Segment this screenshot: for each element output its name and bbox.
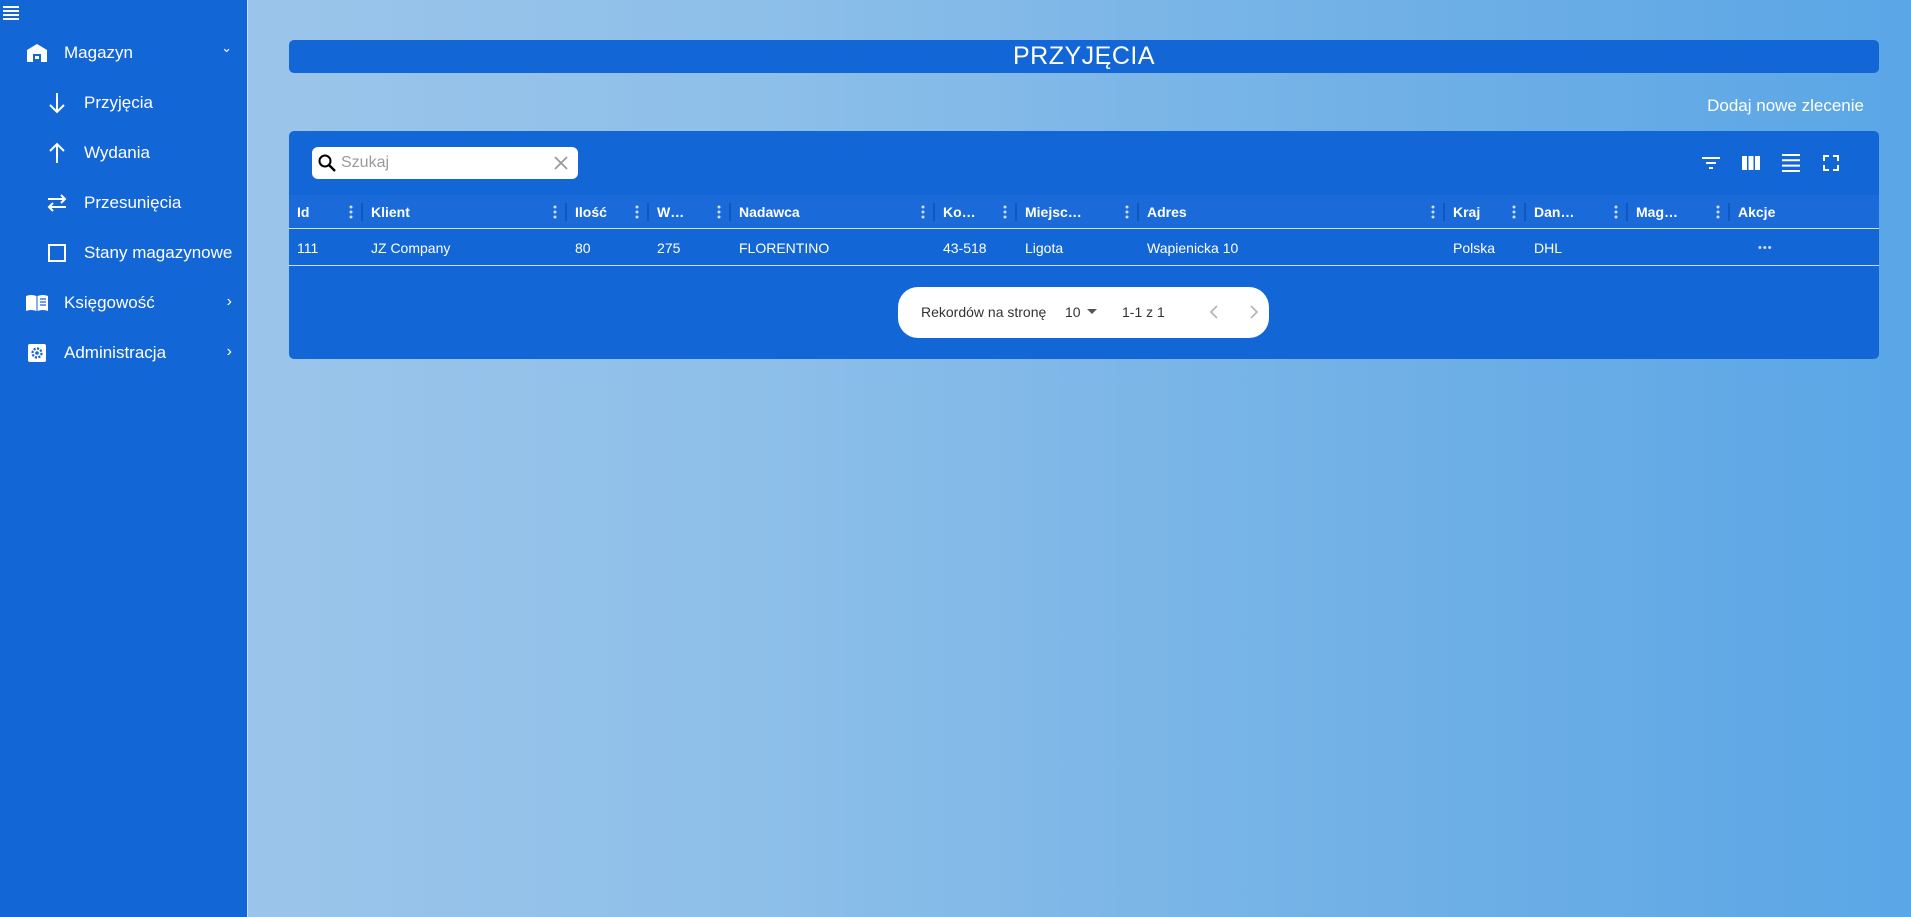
- column-menu-icon: [1003, 205, 1007, 219]
- sidebar-item-stany-magazynowe[interactable]: Stany magazynowe: [0, 228, 248, 278]
- column-menu-icon: [1512, 205, 1516, 219]
- rows-per-page-select[interactable]: 10: [1065, 304, 1097, 320]
- cell-miejscowosc: Ligota: [1025, 240, 1064, 256]
- chevron-right-icon: ›: [226, 343, 232, 360]
- column-header-label: Ko…: [943, 204, 976, 220]
- column-header-label: Akcje: [1738, 204, 1776, 220]
- cell-nadawca: FLORENTINO: [739, 240, 830, 256]
- density-icon[interactable]: [1779, 151, 1803, 175]
- column-header-miejscowosc[interactable]: Miejsc…: [1017, 195, 1139, 229]
- chevron-right-icon: ›: [226, 293, 232, 310]
- cell-id: 111: [297, 240, 319, 256]
- cell-ilosc: 80: [575, 240, 591, 256]
- column-header-label: Mag…: [1636, 204, 1678, 220]
- filter-icon[interactable]: [1699, 151, 1723, 175]
- sidebar-item-ksiegowosc[interactable]: Księgowość ›: [0, 278, 248, 328]
- search-icon: [317, 153, 337, 173]
- sidebar-item-administracja[interactable]: Administracja ›: [0, 328, 248, 378]
- previous-page-button[interactable]: [1203, 301, 1225, 323]
- dropdown-arrow-icon: [1086, 309, 1097, 314]
- column-header-dane[interactable]: Dan…: [1526, 195, 1628, 229]
- cell-kraj: Polska: [1453, 240, 1496, 256]
- add-new-order-button[interactable]: Dodaj nowe zlecenie: [1707, 96, 1864, 116]
- cell-adres: Wapienicka 10: [1147, 240, 1239, 256]
- page-title: PRZYJĘCIA: [1012, 42, 1156, 70]
- column-header-label: Ilość: [575, 204, 607, 220]
- column-header-label: W…: [657, 204, 685, 220]
- chevron-left-icon: [1209, 305, 1218, 319]
- column-header-kraj[interactable]: Kraj: [1445, 195, 1526, 229]
- column-header-label: Dan…: [1534, 204, 1575, 220]
- column-header-ilosc[interactable]: Ilość: [567, 195, 649, 229]
- column-header-kod[interactable]: Ko…: [935, 195, 1017, 229]
- columns-icon[interactable]: [1739, 151, 1763, 175]
- cell-klient: JZ Company: [371, 240, 451, 256]
- column-menu-icon: [921, 205, 925, 219]
- column-header-label: Id: [297, 204, 310, 220]
- cell-dane: DHL: [1534, 240, 1563, 256]
- column-header-label: Kraj: [1453, 204, 1481, 220]
- column-menu-icon: [1125, 205, 1129, 219]
- book-icon: [25, 291, 49, 315]
- hamburger-menu-icon[interactable]: [3, 5, 19, 21]
- arrow-up-icon: [45, 141, 69, 165]
- next-page-button[interactable]: [1243, 301, 1265, 323]
- sidebar-item-wydania[interactable]: Wydania: [0, 128, 248, 178]
- rows-per-page-label: Rekordów na stronę: [921, 304, 1047, 320]
- rows-per-page-value: 10: [1065, 304, 1081, 320]
- column-header-adres[interactable]: Adres: [1139, 195, 1445, 229]
- column-menu-icon: [349, 205, 353, 219]
- pagination: Rekordów na stronę 10 1-1 z 1: [898, 287, 1269, 338]
- table-header: Id Klient Ilość W… Nadawca Ko… Miejsc… A…: [289, 195, 1879, 229]
- column-header-akcje: Akcje: [1730, 195, 1879, 229]
- grid-toolbar: [1699, 151, 1843, 175]
- sidebar-item-label: Administracja: [64, 343, 167, 362]
- column-header-w[interactable]: W…: [649, 195, 731, 229]
- page-range: 1-1 z 1: [1122, 304, 1165, 320]
- sidebar-item-label: Stany magazynowe: [84, 243, 233, 262]
- sidebar-item-label: Wydania: [84, 143, 150, 162]
- sidebar-item-magazyn[interactable]: Magazyn ⌄: [0, 28, 248, 78]
- column-menu-icon: [717, 205, 721, 219]
- fullscreen-icon[interactable]: [1819, 151, 1843, 175]
- column-header-magazyn[interactable]: Mag…: [1628, 195, 1730, 229]
- column-header-id[interactable]: Id: [289, 195, 363, 229]
- chevron-down-icon: ⌄: [221, 40, 232, 55]
- column-header-nadawca[interactable]: Nadawca: [731, 195, 935, 229]
- sidebar-item-przesuniecia[interactable]: Przesunięcia: [0, 178, 248, 228]
- cell-kod: 43-518: [943, 240, 987, 256]
- column-header-label: Adres: [1147, 204, 1187, 220]
- sidebar-item-przyjecia[interactable]: Przyjęcia: [0, 78, 248, 128]
- column-header-label: Nadawca: [739, 204, 800, 220]
- sidebar-item-label: Magazyn: [64, 43, 133, 62]
- swap-icon: [45, 191, 69, 215]
- sidebar-item-label: Przyjęcia: [84, 93, 153, 112]
- data-grid: Id Klient Ilość W… Nadawca Ko… Miejsc… A…: [289, 131, 1879, 359]
- row-actions-more-icon[interactable]: •••: [1750, 230, 1790, 266]
- column-header-label: Klient: [371, 204, 410, 220]
- square-icon: [45, 241, 69, 265]
- column-header-label: Miejsc…: [1025, 204, 1082, 220]
- search-box: [312, 147, 578, 179]
- search-input[interactable]: [341, 154, 541, 172]
- warehouse-icon: [25, 41, 49, 65]
- column-menu-icon: [635, 205, 639, 219]
- chevron-right-icon: [1250, 305, 1259, 319]
- page-title-bar: PRZYJĘCIA: [289, 40, 1879, 73]
- column-menu-icon: [1614, 205, 1618, 219]
- sidebar: Magazyn ⌄ Przyjęcia Wydania Przesunięcia…: [0, 0, 248, 917]
- settings-icon: [25, 341, 49, 365]
- column-header-klient[interactable]: Klient: [363, 195, 567, 229]
- column-menu-icon: [553, 205, 557, 219]
- column-menu-icon: [1431, 205, 1435, 219]
- column-menu-icon: [1716, 205, 1720, 219]
- clear-search-icon[interactable]: [552, 154, 570, 172]
- cell-w: 275: [657, 240, 681, 256]
- cell-magazyn: [1628, 230, 1730, 266]
- sidebar-item-label: Przesunięcia: [84, 193, 182, 212]
- table-row[interactable]: 111 JZ Company 80 275 FLORENTINO 43-518 …: [289, 230, 1879, 266]
- arrow-down-icon: [45, 91, 69, 115]
- sidebar-item-label: Księgowość: [64, 293, 155, 312]
